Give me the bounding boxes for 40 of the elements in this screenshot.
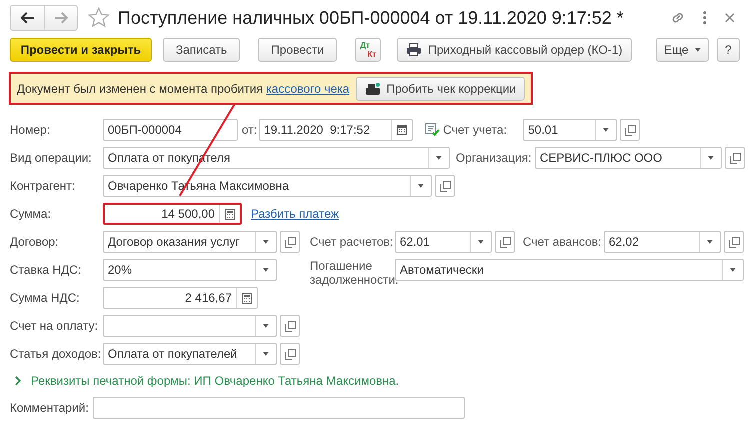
field-label: Счет на оплату: [10, 319, 100, 333]
field-label: Контрагент: [10, 179, 76, 193]
text-field[interactable]: 00БП-000004 [103, 119, 238, 141]
notice-text: Документ был изменен с момента пробития кассового чека [17, 82, 350, 96]
toolbar-button[interactable]: Провести [258, 38, 338, 62]
correction-receipt-button[interactable]: Пробить чек коррекции [356, 76, 526, 101]
toolbar-button[interactable]: Записать [163, 38, 240, 62]
field-label: Счет расчетов: [310, 235, 394, 249]
select-field[interactable]: Автоматически [395, 259, 744, 281]
field-label: Организация: [456, 151, 532, 165]
field-label: Ставка НДС: [10, 263, 82, 277]
print-details-link[interactable]: Реквизиты печатной формы: ИП Овчаренко Татьяна Максимовна. [31, 374, 400, 388]
split-payment-link[interactable]: Разбить платеж [251, 207, 340, 221]
amount-field[interactable]: 2 416,67 [103, 287, 258, 309]
debit-credit-button[interactable]: Дт Кт [355, 38, 382, 62]
field-label: Комментарий: [10, 401, 89, 415]
amount-field[interactable]: 14 500,00 [103, 203, 242, 225]
select-field[interactable]: Оплата от покупателей [103, 343, 277, 365]
field-label: Сумма НДС: [10, 291, 81, 305]
field-label: Сумма: [10, 207, 52, 221]
receipt-link[interactable]: кассового чека [266, 82, 350, 96]
more-menu-button[interactable]: Еще [656, 38, 709, 62]
field-label: Номер: [10, 123, 52, 137]
field-label: Договор: [10, 235, 60, 249]
select-field[interactable]: 62.02 [604, 231, 721, 253]
window-title: Поступление наличных 00БП-000004 от 19.11.2020 9:17:52 * [118, 8, 625, 29]
print-button[interactable]: Приходный кассовый ордер (КО-1) [397, 38, 632, 62]
help-button[interactable]: ? [717, 38, 740, 62]
select-field[interactable]: 62.01 [395, 231, 492, 253]
select-field[interactable]: Договор оказания услуг [103, 231, 277, 253]
field-label: Вид операции: [10, 151, 93, 165]
field-label: Статья доходов: [10, 347, 102, 361]
select-field[interactable]: СЕРВИС-ПЛЮС ООО [535, 147, 722, 169]
select-field[interactable]: 20% [103, 259, 277, 281]
date-field[interactable]: 19.11.2020 9:17:52 [259, 119, 414, 141]
field-label: Счет учета: [443, 123, 508, 137]
post-and-close-button[interactable]: Провести и закрыть [10, 38, 152, 62]
field-label: от: [242, 123, 258, 137]
select-field[interactable]: 50.01 [523, 119, 618, 141]
field-label: Счет авансов: [523, 235, 602, 249]
